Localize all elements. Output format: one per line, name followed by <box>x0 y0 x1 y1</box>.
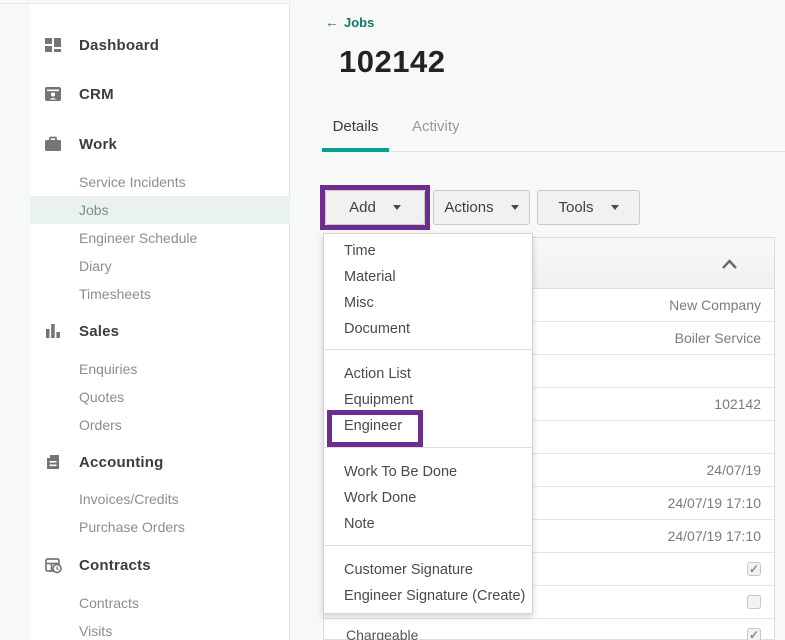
main-content: Jobs 102142 Details Activity New Company… <box>291 0 785 640</box>
caret-down-icon <box>610 205 619 210</box>
menu-item-customer-signature[interactable]: Customer Signature <box>324 557 532 583</box>
tab-details[interactable]: Details <box>322 118 389 152</box>
sidebar-item-label: Purchase Orders <box>79 519 185 535</box>
work-icon <box>43 134 63 154</box>
sidebar-item-invoices-credits[interactable]: Invoices/Credits <box>30 485 290 513</box>
row-value: 102142 <box>714 396 761 412</box>
accounting-icon <box>43 452 63 472</box>
sidebar-item-service-incidents[interactable]: Service Incidents <box>30 168 290 196</box>
sidebar-item-crm[interactable]: CRM <box>30 80 290 108</box>
checkbox-checked[interactable] <box>747 628 761 640</box>
sidebar-item-dashboard[interactable]: Dashboard <box>30 31 290 59</box>
actions-button[interactable]: Actions <box>433 190 530 225</box>
sidebar-item-jobs[interactable]: Jobs <box>30 196 290 224</box>
sidebar-item-label: Enquiries <box>79 361 138 377</box>
sidebar-item-label: Quotes <box>79 389 125 405</box>
sidebar-item-contracts-sub[interactable]: Contracts <box>30 589 290 617</box>
menu-item-action-list[interactable]: Action List <box>324 361 532 387</box>
menu-item-material[interactable]: Material <box>324 264 532 290</box>
sidebar-item-label: Sales <box>79 322 120 340</box>
row-value: Boiler Service <box>674 330 761 346</box>
sidebar-item-label: Visits <box>79 623 113 639</box>
tools-button[interactable]: Tools <box>537 190 640 225</box>
sidebar-item-engineer-schedule[interactable]: Engineer Schedule <box>30 224 290 252</box>
sidebar-item-label: Timesheets <box>79 286 151 302</box>
add-dropdown-menu: Time Material Misc Document Action List … <box>323 233 533 614</box>
menu-item-work-done[interactable]: Work Done <box>324 485 532 511</box>
dashboard-icon <box>43 35 63 55</box>
caret-down-icon <box>510 205 519 210</box>
tab-label: Activity <box>412 118 460 135</box>
sidebar-item-label: Diary <box>79 258 112 274</box>
sidebar-item-orders[interactable]: Orders <box>30 411 290 439</box>
table-row-chargeable: Chargeable <box>324 619 774 640</box>
caret-down-icon <box>392 205 401 210</box>
menu-item-work-to-be-done[interactable]: Work To Be Done <box>324 459 532 485</box>
row-value: 24/07/19 <box>706 462 762 478</box>
row-value: 24/07/19 17:10 <box>667 528 761 544</box>
sidebar-item-label: Invoices/Credits <box>79 491 179 507</box>
sidebar-item-label: Accounting <box>79 453 164 471</box>
sidebar-item-label: Dashboard <box>79 36 160 54</box>
checkbox-unchecked[interactable] <box>747 595 761 609</box>
menu-group: Work To Be Done Work Done Note <box>324 447 532 545</box>
crm-icon <box>43 84 63 104</box>
menu-item-note[interactable]: Note <box>324 511 532 537</box>
sidebar-item-label: Jobs <box>79 202 109 218</box>
tools-button-label: Tools <box>558 199 594 216</box>
menu-item-document[interactable]: Document <box>324 316 532 342</box>
sidebar-item-quotes[interactable]: Quotes <box>30 383 290 411</box>
sidebar-item-label: Contracts <box>79 595 139 611</box>
page-title: 102142 <box>339 44 446 79</box>
sidebar-item-label: CRM <box>79 85 114 103</box>
sidebar-item-work[interactable]: Work <box>30 130 290 158</box>
actions-button-label: Actions <box>444 199 494 216</box>
back-link-jobs[interactable]: Jobs <box>325 14 374 30</box>
tab-bar: Details Activity <box>322 118 785 152</box>
sidebar-item-visits[interactable]: Visits <box>30 617 290 640</box>
sidebar-item-label: Contracts <box>79 556 151 574</box>
sidebar-item-label: Work <box>79 135 118 153</box>
menu-item-misc[interactable]: Misc <box>324 290 532 316</box>
sidebar-item-enquiries[interactable]: Enquiries <box>30 355 290 383</box>
sidebar-item-accounting[interactable]: Accounting <box>30 448 290 476</box>
chevron-up-icon[interactable] <box>721 257 738 275</box>
menu-item-engineer[interactable]: Engineer <box>324 413 532 439</box>
sidebar: Dashboard CRM Work Service Incidents Job… <box>30 4 290 640</box>
sidebar-item-diary[interactable]: Diary <box>30 252 290 280</box>
sidebar-item-purchase-orders[interactable]: Purchase Orders <box>30 513 290 541</box>
back-arrow-icon <box>325 14 339 30</box>
menu-item-time[interactable]: Time <box>324 238 532 264</box>
menu-group: Action List Equipment Engineer <box>324 349 532 447</box>
tab-label: Details <box>332 118 379 135</box>
sidebar-item-sales[interactable]: Sales <box>30 317 290 345</box>
back-link-label: Jobs <box>344 14 375 30</box>
row-value: New Company <box>669 297 761 313</box>
menu-group: Time Material Misc Document <box>324 234 532 349</box>
sidebar-item-timesheets[interactable]: Timesheets <box>30 280 290 308</box>
add-button-label: Add <box>349 199 376 216</box>
sales-icon <box>43 321 63 341</box>
row-value: 24/07/19 17:10 <box>667 495 761 511</box>
contracts-icon <box>43 555 63 575</box>
menu-item-engineer-signature-create[interactable]: Engineer Signature (Create) <box>324 583 532 609</box>
sidebar-item-label: Orders <box>79 417 122 433</box>
menu-item-equipment[interactable]: Equipment <box>324 387 532 413</box>
checkbox-checked[interactable] <box>747 562 761 576</box>
menu-group: Customer Signature Engineer Signature (C… <box>324 545 532 613</box>
add-button[interactable]: Add <box>325 190 425 225</box>
tab-activity[interactable]: Activity <box>406 118 466 152</box>
sidebar-item-contracts[interactable]: Contracts <box>30 551 290 579</box>
row-label: Chargeable <box>346 627 419 640</box>
sidebar-item-label: Service Incidents <box>79 174 186 190</box>
sidebar-item-label: Engineer Schedule <box>79 230 198 246</box>
